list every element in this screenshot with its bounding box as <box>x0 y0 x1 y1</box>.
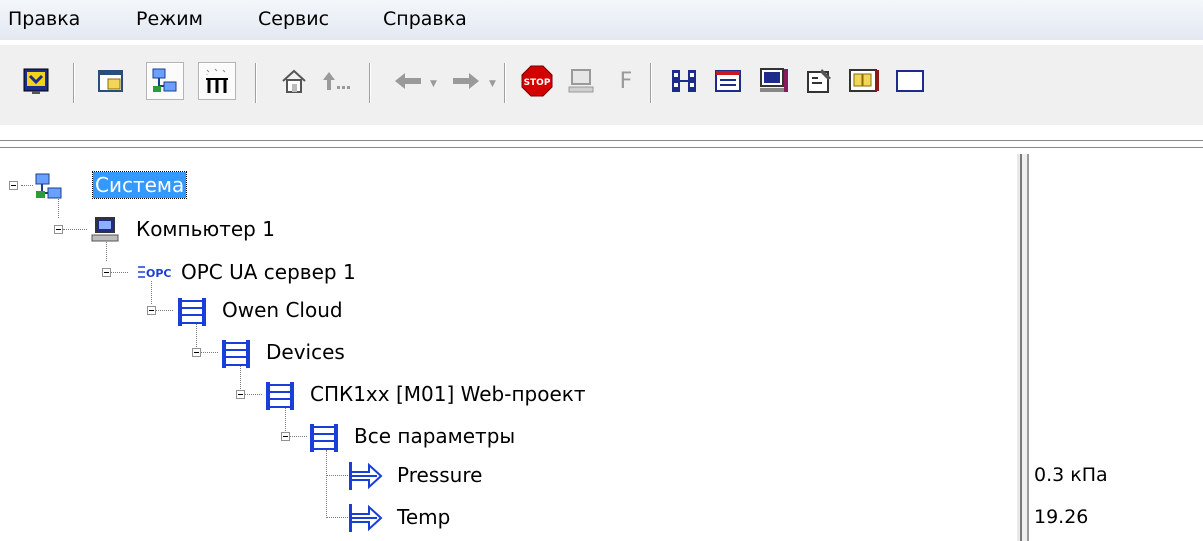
expander-spk[interactable] <box>236 390 245 399</box>
toolbar-separator <box>504 63 506 103</box>
group-icon <box>266 382 294 410</box>
home-button[interactable] <box>278 65 310 97</box>
forward-arrow-icon <box>453 73 479 89</box>
tree-node-owen-cloud[interactable]: Owen Cloud <box>222 297 343 323</box>
blank-window-icon <box>896 70 924 92</box>
form-icon <box>715 70 741 92</box>
properties-button[interactable] <box>803 65 835 97</box>
exit-button[interactable] <box>20 65 52 97</box>
menu-rezhim[interactable]: Режим <box>136 8 203 30</box>
group-icon <box>222 340 250 368</box>
book-icon <box>849 69 879 92</box>
tree-connector <box>245 394 262 395</box>
expander-vse-parametry[interactable] <box>281 432 290 441</box>
tags-icon: . <box>206 68 228 93</box>
tree-node-sistema[interactable]: Система <box>91 171 188 199</box>
monitor-button[interactable] <box>758 65 790 97</box>
blank-window-button[interactable] <box>894 65 926 97</box>
properties-icon <box>807 69 831 93</box>
menu-bar: Правка Режим Сервис Справка <box>0 0 1203 40</box>
computer-icon <box>91 217 119 242</box>
expander-kompyuter[interactable] <box>54 225 63 234</box>
up-level-button[interactable] <box>320 65 352 97</box>
tag-arrow-icon <box>349 462 383 490</box>
menu-spravka[interactable]: Справка <box>383 8 467 30</box>
stop-label: STOP <box>524 78 551 88</box>
back-dropdown-icon[interactable]: ▼ <box>430 80 437 89</box>
forward-button[interactable] <box>450 65 482 97</box>
toolbar-separator <box>73 63 75 103</box>
tree-node-devices[interactable]: Devices <box>266 339 345 365</box>
back-arrow-icon <box>395 73 421 89</box>
tree-node-pressure[interactable]: Pressure <box>397 462 482 488</box>
window-icon <box>98 70 123 92</box>
opc-icon: OPC <box>138 266 172 280</box>
tree-node-spk-web-project[interactable]: СПК1xx [M01] Web-проект <box>310 381 586 407</box>
network-view-button[interactable] <box>146 62 184 100</box>
tree-connector <box>151 281 152 304</box>
group-icon <box>310 424 338 452</box>
tree-connector <box>21 185 33 186</box>
form-button[interactable] <box>712 65 744 97</box>
exit-icon <box>23 68 49 94</box>
expander-opc[interactable] <box>102 268 111 277</box>
forward-dropdown-icon[interactable]: ▼ <box>489 80 496 89</box>
expander-devices[interactable] <box>192 348 201 357</box>
group-icon <box>178 298 206 326</box>
home-icon <box>282 69 306 93</box>
toolbar-separator <box>650 63 652 103</box>
tag-arrow-icon <box>349 504 383 532</box>
tree-connector <box>326 450 327 518</box>
window-button[interactable] <box>95 65 127 97</box>
letter-f-icon: F <box>619 68 633 94</box>
network-view-icon <box>152 68 177 92</box>
back-button[interactable] <box>392 65 424 97</box>
variables-icon <box>672 70 696 92</box>
toolbar-separator <box>369 63 371 103</box>
menu-pravka[interactable]: Правка <box>8 8 80 30</box>
tree-view[interactable] <box>0 154 1017 541</box>
tree-node-vse-parametry[interactable]: Все параметры <box>354 423 515 449</box>
tags-button[interactable]: . <box>198 62 236 100</box>
up-level-icon <box>323 72 350 90</box>
tree-connector <box>326 475 348 476</box>
expander-sistema[interactable] <box>9 181 18 190</box>
toolbar-divider <box>0 140 1203 142</box>
tree-node-opc-ua-server[interactable]: OPC UA сервер 1 <box>181 259 356 285</box>
toolbar-divider-lower <box>0 147 1203 149</box>
tree-node-temp[interactable]: Temp <box>397 504 450 530</box>
tree-connector <box>156 310 173 311</box>
opc-icon-text: OPC <box>146 267 172 280</box>
computer-disabled-button[interactable] <box>565 65 597 97</box>
menu-servis[interactable]: Сервис <box>258 8 329 30</box>
f-button[interactable]: F <box>610 65 642 97</box>
network-icon <box>35 173 62 199</box>
value-pressure: 0.3 кПа <box>1034 464 1108 486</box>
monitor-icon <box>760 68 788 92</box>
expander-owen-cloud[interactable] <box>147 306 156 315</box>
panel-splitter[interactable] <box>1017 154 1031 541</box>
toolbar: . ▼ ▼ STOP F <box>0 45 1203 125</box>
computer-disabled-icon <box>568 69 594 93</box>
toolbar-separator <box>255 63 257 103</box>
stop-button[interactable]: STOP <box>521 65 553 97</box>
tree-connector <box>63 229 87 230</box>
tree-connector <box>201 352 218 353</box>
book-button[interactable] <box>848 65 880 97</box>
variables-button[interactable] <box>668 65 700 97</box>
tree-connector <box>290 436 307 437</box>
tree-connector <box>326 517 348 518</box>
value-temp: 19.26 <box>1034 506 1089 528</box>
stop-icon: STOP <box>521 65 553 97</box>
tree-node-kompyuter[interactable]: Компьютер 1 <box>136 216 275 242</box>
tree-connector <box>111 272 128 273</box>
